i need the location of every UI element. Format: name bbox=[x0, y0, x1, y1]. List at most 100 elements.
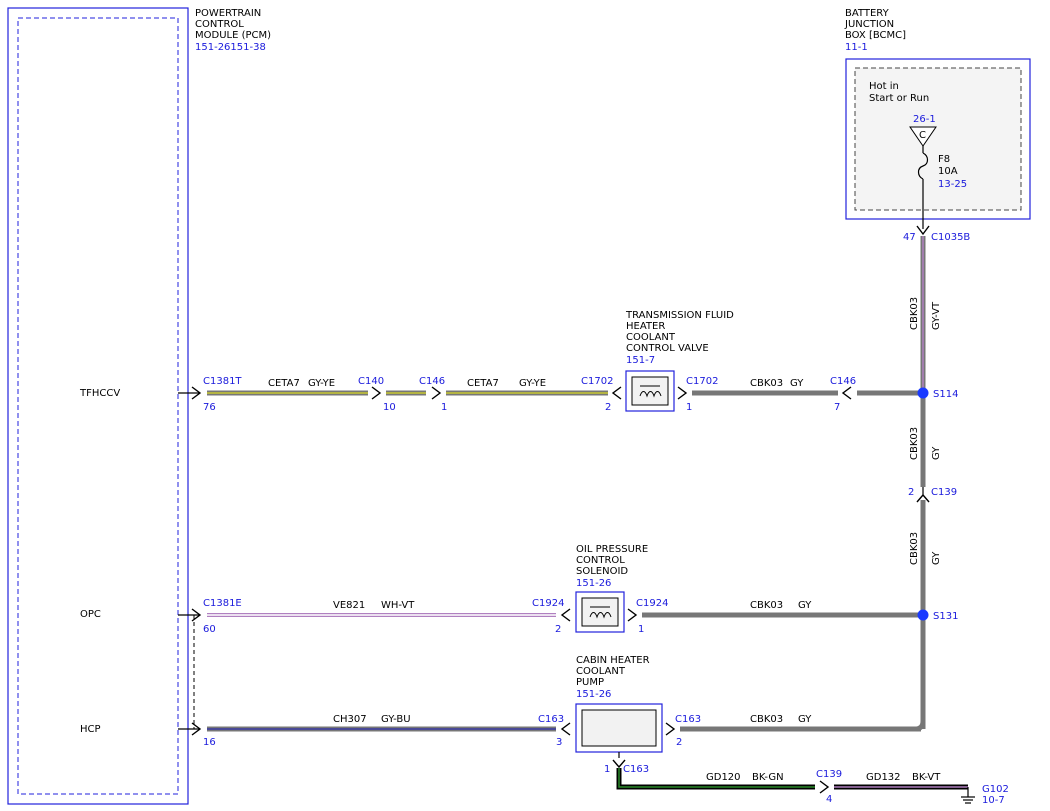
fuse-ref-link[interactable]: 13-25 bbox=[938, 179, 967, 190]
solenoid-body bbox=[581, 597, 619, 627]
c140-connector-icon bbox=[371, 386, 382, 400]
wire-cbk-a-circuit: CBK03 bbox=[750, 378, 783, 389]
pcm-inner-dashed bbox=[17, 17, 179, 795]
pump-title-line-2: COOLANT bbox=[576, 666, 626, 677]
pump-title-line-3: PUMP bbox=[576, 677, 604, 688]
wire-v1-circuit: CBK03 bbox=[909, 297, 920, 330]
wire-ve821-circuit: VE821 bbox=[333, 600, 365, 611]
wire-cbk-c-color: GY bbox=[798, 714, 812, 725]
c139b-label: C139 bbox=[816, 769, 842, 780]
c140-pin: 10 bbox=[383, 402, 396, 413]
c139a-pin: 2 bbox=[908, 487, 914, 498]
pcm-outline bbox=[7, 7, 189, 805]
bjb-hot-line-2: Start or Run bbox=[869, 93, 929, 104]
c1035b-pin: 47 bbox=[903, 232, 916, 243]
wire-gd120-color: BK-GN bbox=[752, 772, 784, 783]
fuse-name: F8 bbox=[938, 154, 950, 165]
wire-cbk-b-circuit: CBK03 bbox=[750, 600, 783, 611]
pcm-pin-opc-label: OPC bbox=[80, 609, 101, 620]
wire-gd120-circuit: GD120 bbox=[706, 772, 741, 783]
pump-ref-link[interactable]: 151-26 bbox=[576, 689, 611, 700]
ground-ref-link[interactable]: 10-7 bbox=[982, 795, 1005, 806]
pump-body bbox=[581, 709, 657, 747]
wire-ch307-circuit: CH307 bbox=[333, 714, 367, 725]
wire-v3-circuit: CBK03 bbox=[909, 532, 920, 565]
c1702a-pin: 2 bbox=[605, 402, 611, 413]
pcm-module[interactable] bbox=[7, 7, 189, 805]
wire-gd132-circuit: GD132 bbox=[866, 772, 901, 783]
bjb-hot-line-1: Hot in bbox=[869, 81, 899, 92]
wire-v3-color: GY bbox=[931, 551, 942, 565]
c163b-pin: 2 bbox=[676, 737, 682, 748]
wire-cbk03-corner bbox=[914, 720, 926, 732]
c1924b-pin: 1 bbox=[638, 624, 644, 635]
wire-ceta7-b-circuit: CETA7 bbox=[467, 378, 499, 389]
c163c-label: C163 bbox=[623, 764, 649, 775]
valve-title-line-1: TRANSMISSION FLUID bbox=[625, 310, 734, 321]
wire-cbk-b-color: GY bbox=[798, 600, 812, 611]
wire-gd132-color: BK-VT bbox=[912, 772, 941, 783]
pcm-title-line-1: POWERTRAIN bbox=[195, 8, 261, 19]
pump-title-line-1: CABIN HEATER bbox=[576, 655, 650, 666]
wire-ceta7-b-color: GY-YE bbox=[519, 378, 546, 389]
bjb-ref-link[interactable]: 11-1 bbox=[845, 42, 868, 53]
solenoid-ref-link[interactable]: 151-26 bbox=[576, 578, 611, 589]
pcm-pin-tfhccv-label: TFHCCV bbox=[79, 388, 120, 399]
c139a-label: C139 bbox=[931, 487, 957, 498]
c139b-connector-icon bbox=[819, 780, 830, 794]
c1035b-label: C1035B bbox=[931, 232, 970, 243]
wire-v2-circuit: CBK03 bbox=[909, 427, 920, 460]
valve-ref-link[interactable]: 151-7 bbox=[626, 355, 655, 366]
valve-title-line-3: COOLANT bbox=[626, 332, 676, 343]
splice-s114-icon[interactable] bbox=[917, 387, 929, 399]
wire-cbk-a-color: GY bbox=[790, 378, 804, 389]
c1381e-pin: 60 bbox=[203, 624, 216, 635]
bjb-bus-ref-link[interactable]: 26-1 bbox=[913, 114, 936, 125]
c146a-pin: 1 bbox=[441, 402, 447, 413]
splice-s131-label: S131 bbox=[933, 611, 958, 622]
bjb-title-line-1: BATTERY bbox=[845, 8, 890, 19]
pcm-pin-hcp-label: HCP bbox=[80, 724, 101, 735]
wire-ve821-color: WH-VT bbox=[381, 600, 415, 611]
c163a-pin: 3 bbox=[556, 737, 562, 748]
splice-s131-icon[interactable] bbox=[917, 609, 929, 621]
c1381e-label: C1381E bbox=[203, 598, 242, 609]
wire-ch307-color: GY-BU bbox=[381, 714, 411, 725]
wire-ceta7-a-circuit: CETA7 bbox=[268, 378, 300, 389]
valve-title-line-4: CONTROL VALVE bbox=[626, 343, 709, 354]
c1702b-connector-icon bbox=[677, 386, 688, 400]
c1381t-pin: 76 bbox=[203, 402, 216, 413]
c1702b-label: C1702 bbox=[686, 376, 718, 387]
cabin-heater-pump-component[interactable] bbox=[575, 703, 663, 753]
tfhccv-valve-component[interactable] bbox=[625, 370, 675, 412]
pcm-title-line-3: MODULE (PCM) bbox=[195, 30, 271, 41]
pcm-title-line-2: CONTROL bbox=[195, 19, 244, 30]
c1702a-label: C1702 bbox=[581, 376, 613, 387]
fuse-rating: 10A bbox=[938, 166, 958, 177]
c163b-label: C163 bbox=[675, 714, 701, 725]
c146b-pin: 7 bbox=[834, 402, 840, 413]
ground-name: G102 bbox=[982, 784, 1009, 795]
c1924b-connector-icon bbox=[627, 608, 638, 622]
solenoid-title-line-1: OIL PRESSURE bbox=[576, 544, 648, 555]
splice-s114-label: S114 bbox=[933, 389, 958, 400]
c1924b-label: C1924 bbox=[636, 598, 668, 609]
opc-solenoid-component[interactable] bbox=[575, 591, 625, 633]
wire-cbk-c-circuit: CBK03 bbox=[750, 714, 783, 725]
c146b-label: C146 bbox=[830, 376, 856, 387]
hcp-pin: 16 bbox=[203, 737, 216, 748]
c139b-pin: 4 bbox=[826, 794, 832, 805]
bjb-title-line-2: JUNCTION bbox=[844, 19, 894, 30]
pcm-ref-link[interactable]: 151-26151-38 bbox=[195, 42, 266, 53]
c1924a-label: C1924 bbox=[532, 598, 564, 609]
wire-v1-color: GY-VT bbox=[931, 301, 942, 330]
c146a-label: C146 bbox=[419, 376, 445, 387]
solenoid-title-line-3: SOLENOID bbox=[576, 566, 628, 577]
c1924a-connector-icon bbox=[560, 608, 571, 622]
bjb-title-line-3: BOX [BCMC] bbox=[845, 30, 906, 41]
c146a-connector-icon bbox=[431, 386, 442, 400]
c163a-label: C163 bbox=[538, 714, 564, 725]
c140-label: C140 bbox=[358, 376, 384, 387]
bjb-bus-letter: C bbox=[919, 130, 926, 141]
solenoid-title-line-2: CONTROL bbox=[576, 555, 625, 566]
